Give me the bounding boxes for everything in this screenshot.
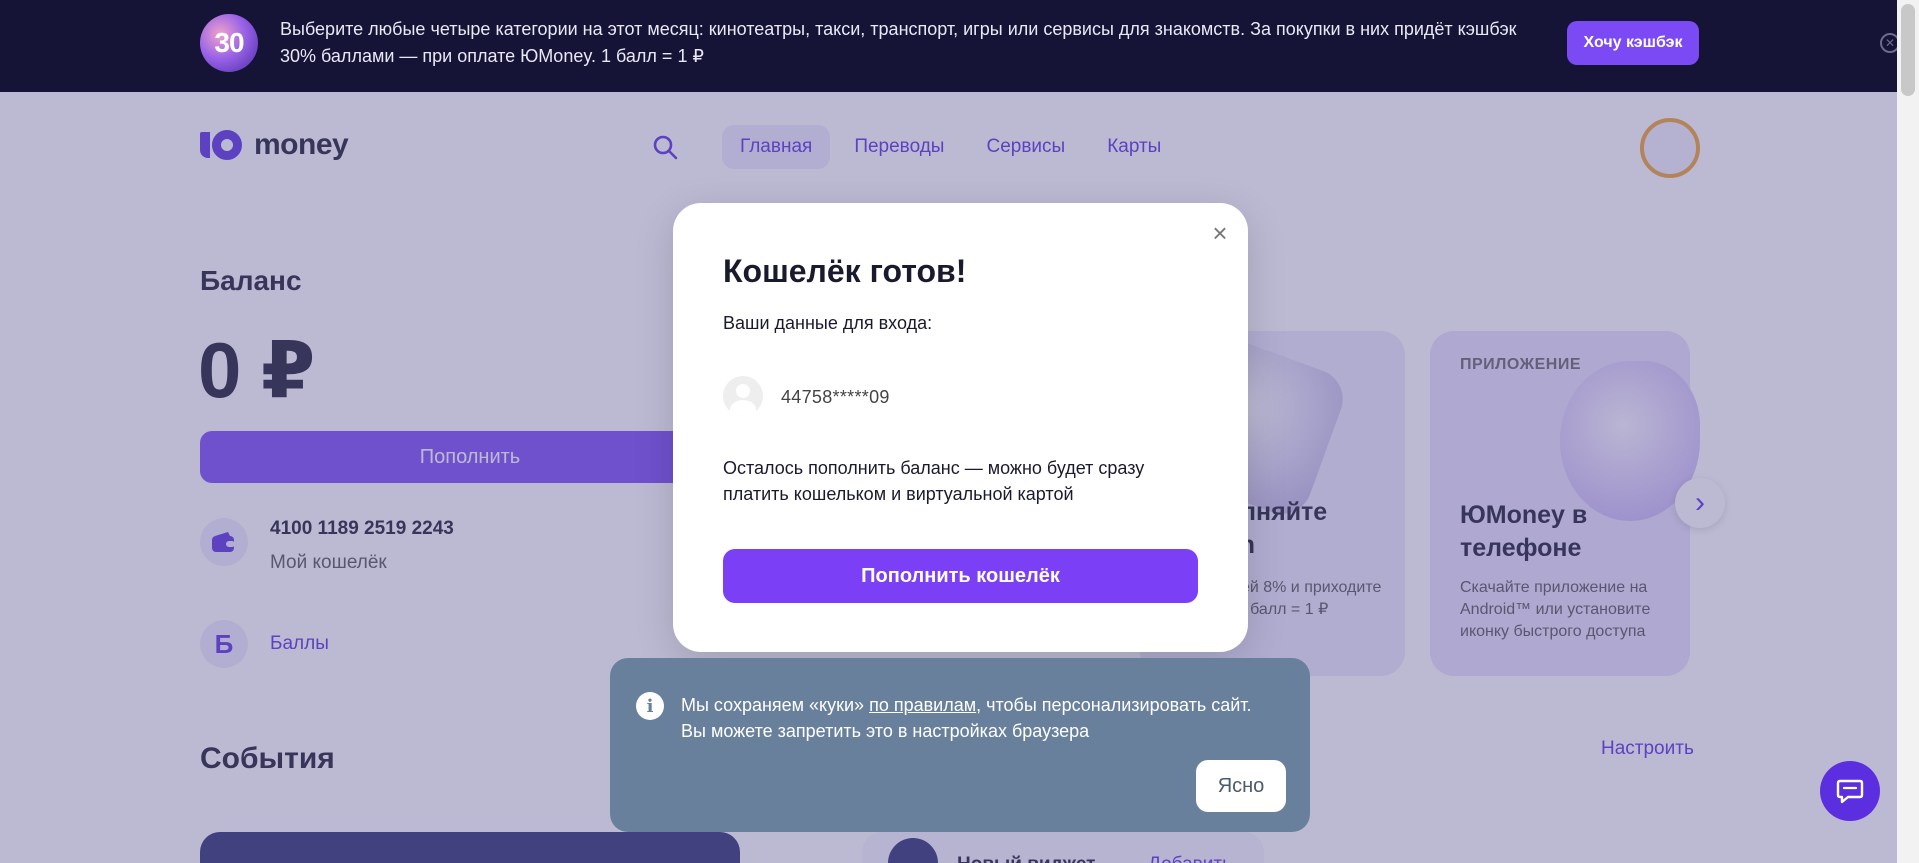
modal-title: Кошелёк готов!: [723, 253, 967, 289]
chat-button[interactable]: [1820, 761, 1880, 821]
topup-wallet-button[interactable]: Пополнить кошелёк: [723, 549, 1198, 603]
promo-text: Выберите любые четыре категории на этот …: [280, 19, 1517, 66]
cookie-text-start: Мы сохраняем «куки»: [681, 695, 870, 715]
promo-banner: 30 Выберите любые четыре категории на эт…: [0, 0, 1919, 92]
cookie-rules-link[interactable]: по правилам: [869, 695, 976, 715]
cookie-ok-button[interactable]: Ясно: [1196, 760, 1286, 812]
chat-icon: [1836, 779, 1864, 804]
user-icon: [723, 376, 763, 416]
login-value: 44758*****09: [781, 387, 890, 407]
scrollbar[interactable]: [1897, 0, 1919, 863]
modal-note: Осталось пополнить баланс — можно будет …: [723, 458, 1145, 504]
scrollbar-thumb[interactable]: [1901, 4, 1915, 96]
want-cashback-button[interactable]: Хочу кэшбэк: [1567, 21, 1699, 65]
cashback-badge-icon: 30: [200, 14, 258, 72]
cookie-text: Мы сохраняем «куки» по правилам, чтобы п…: [681, 692, 1281, 744]
modal-subtitle: Ваши данные для входа:: [723, 313, 933, 333]
wallet-ready-modal: × Кошелёк готов! Ваши данные для входа: …: [673, 203, 1248, 652]
close-icon[interactable]: ×: [1207, 218, 1233, 248]
cookie-notice: i Мы сохраняем «куки» по правилам, чтобы…: [610, 658, 1310, 832]
info-icon: i: [636, 692, 664, 720]
